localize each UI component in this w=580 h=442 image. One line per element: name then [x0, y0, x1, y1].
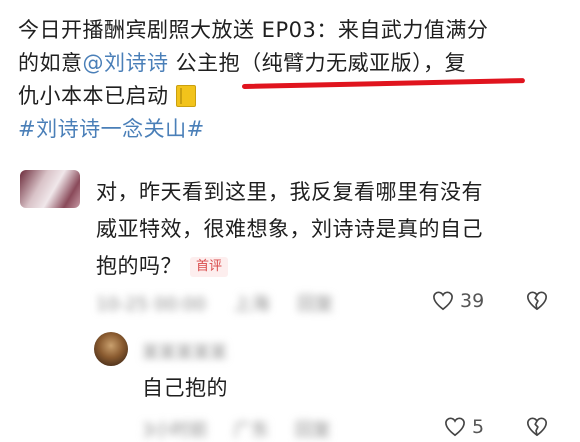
mention-link[interactable]: @刘诗诗	[83, 51, 169, 75]
first-comment-badge: 首评	[190, 257, 229, 277]
post-line-1: 今日开播酬宾剧照大放送 EP03：来自武力值满分	[18, 18, 489, 42]
heart-icon	[433, 291, 453, 311]
comment-location: 上海	[233, 294, 270, 315]
comment-time: 10-25 00:00	[96, 294, 206, 315]
hashtag-link[interactable]: #刘诗诗一念关山#	[18, 113, 566, 146]
reply-button[interactable]: 回复	[295, 420, 331, 441]
like-button[interactable]: 5	[444, 416, 484, 438]
reply-text: 自己抱的	[142, 376, 228, 400]
like-button[interactable]: 39	[432, 290, 484, 312]
post-line-2-prefix: 的如意	[18, 51, 83, 75]
reply-button[interactable]: 回复	[297, 294, 333, 315]
reply-time: 3小时前	[142, 420, 208, 441]
comment-text: 对，昨天看到这里，我反复看哪里有没有 威亚特效，很难想象，刘诗诗是真的自己 抱的…	[96, 174, 556, 285]
like-count: 5	[472, 416, 485, 438]
reply-location: 广东	[233, 420, 270, 441]
post-line-3-text: 仇小本本已启动	[18, 84, 169, 108]
post-highlight-text: 公主抱（纯臂力无威亚版），复	[168, 51, 467, 75]
avatar[interactable]	[20, 170, 80, 208]
like-count: 39	[460, 290, 485, 312]
broken-heart-icon[interactable]	[526, 416, 548, 438]
comment-text-line-1: 对，昨天看到这里，我反复看哪里有没有	[96, 180, 483, 204]
comment-text-line-3: 抱的吗？ 首评	[96, 248, 556, 285]
comment-text-line-2: 威亚特效，很难想象，刘诗诗是真的自己	[96, 217, 483, 241]
notebook-icon	[175, 85, 196, 107]
heart-icon	[445, 417, 465, 437]
reply-username[interactable]: 某某某某某	[142, 338, 227, 363]
comment-meta: 10-25 00:00 上海 回复	[96, 290, 355, 316]
comment-text-line-3-text: 抱的吗？	[96, 254, 182, 278]
post-line-2: 的如意@刘诗诗 公主抱（纯臂力无威亚版），复	[18, 47, 566, 80]
avatar[interactable]	[94, 332, 128, 366]
reply-meta: 3小时前 广东 回复	[142, 416, 351, 442]
broken-heart-icon[interactable]	[526, 290, 548, 312]
